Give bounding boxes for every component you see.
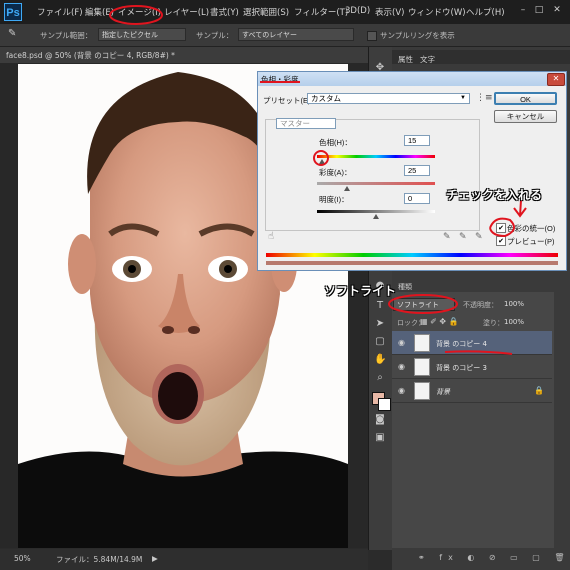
- annotation-circle-image-menu: [109, 5, 163, 25]
- annotation-circle-hue-knob: [313, 150, 329, 166]
- annotation-circle-colorize: [489, 217, 515, 238]
- annotation-underline-layer: [444, 350, 513, 355]
- annotation-check-text: チェックを入れる: [446, 188, 543, 202]
- annotation-circle-blend-mode: [388, 294, 458, 314]
- annotation-blend-text: ソフトライト: [324, 284, 397, 298]
- annotation-overlay: [109, 5, 527, 355]
